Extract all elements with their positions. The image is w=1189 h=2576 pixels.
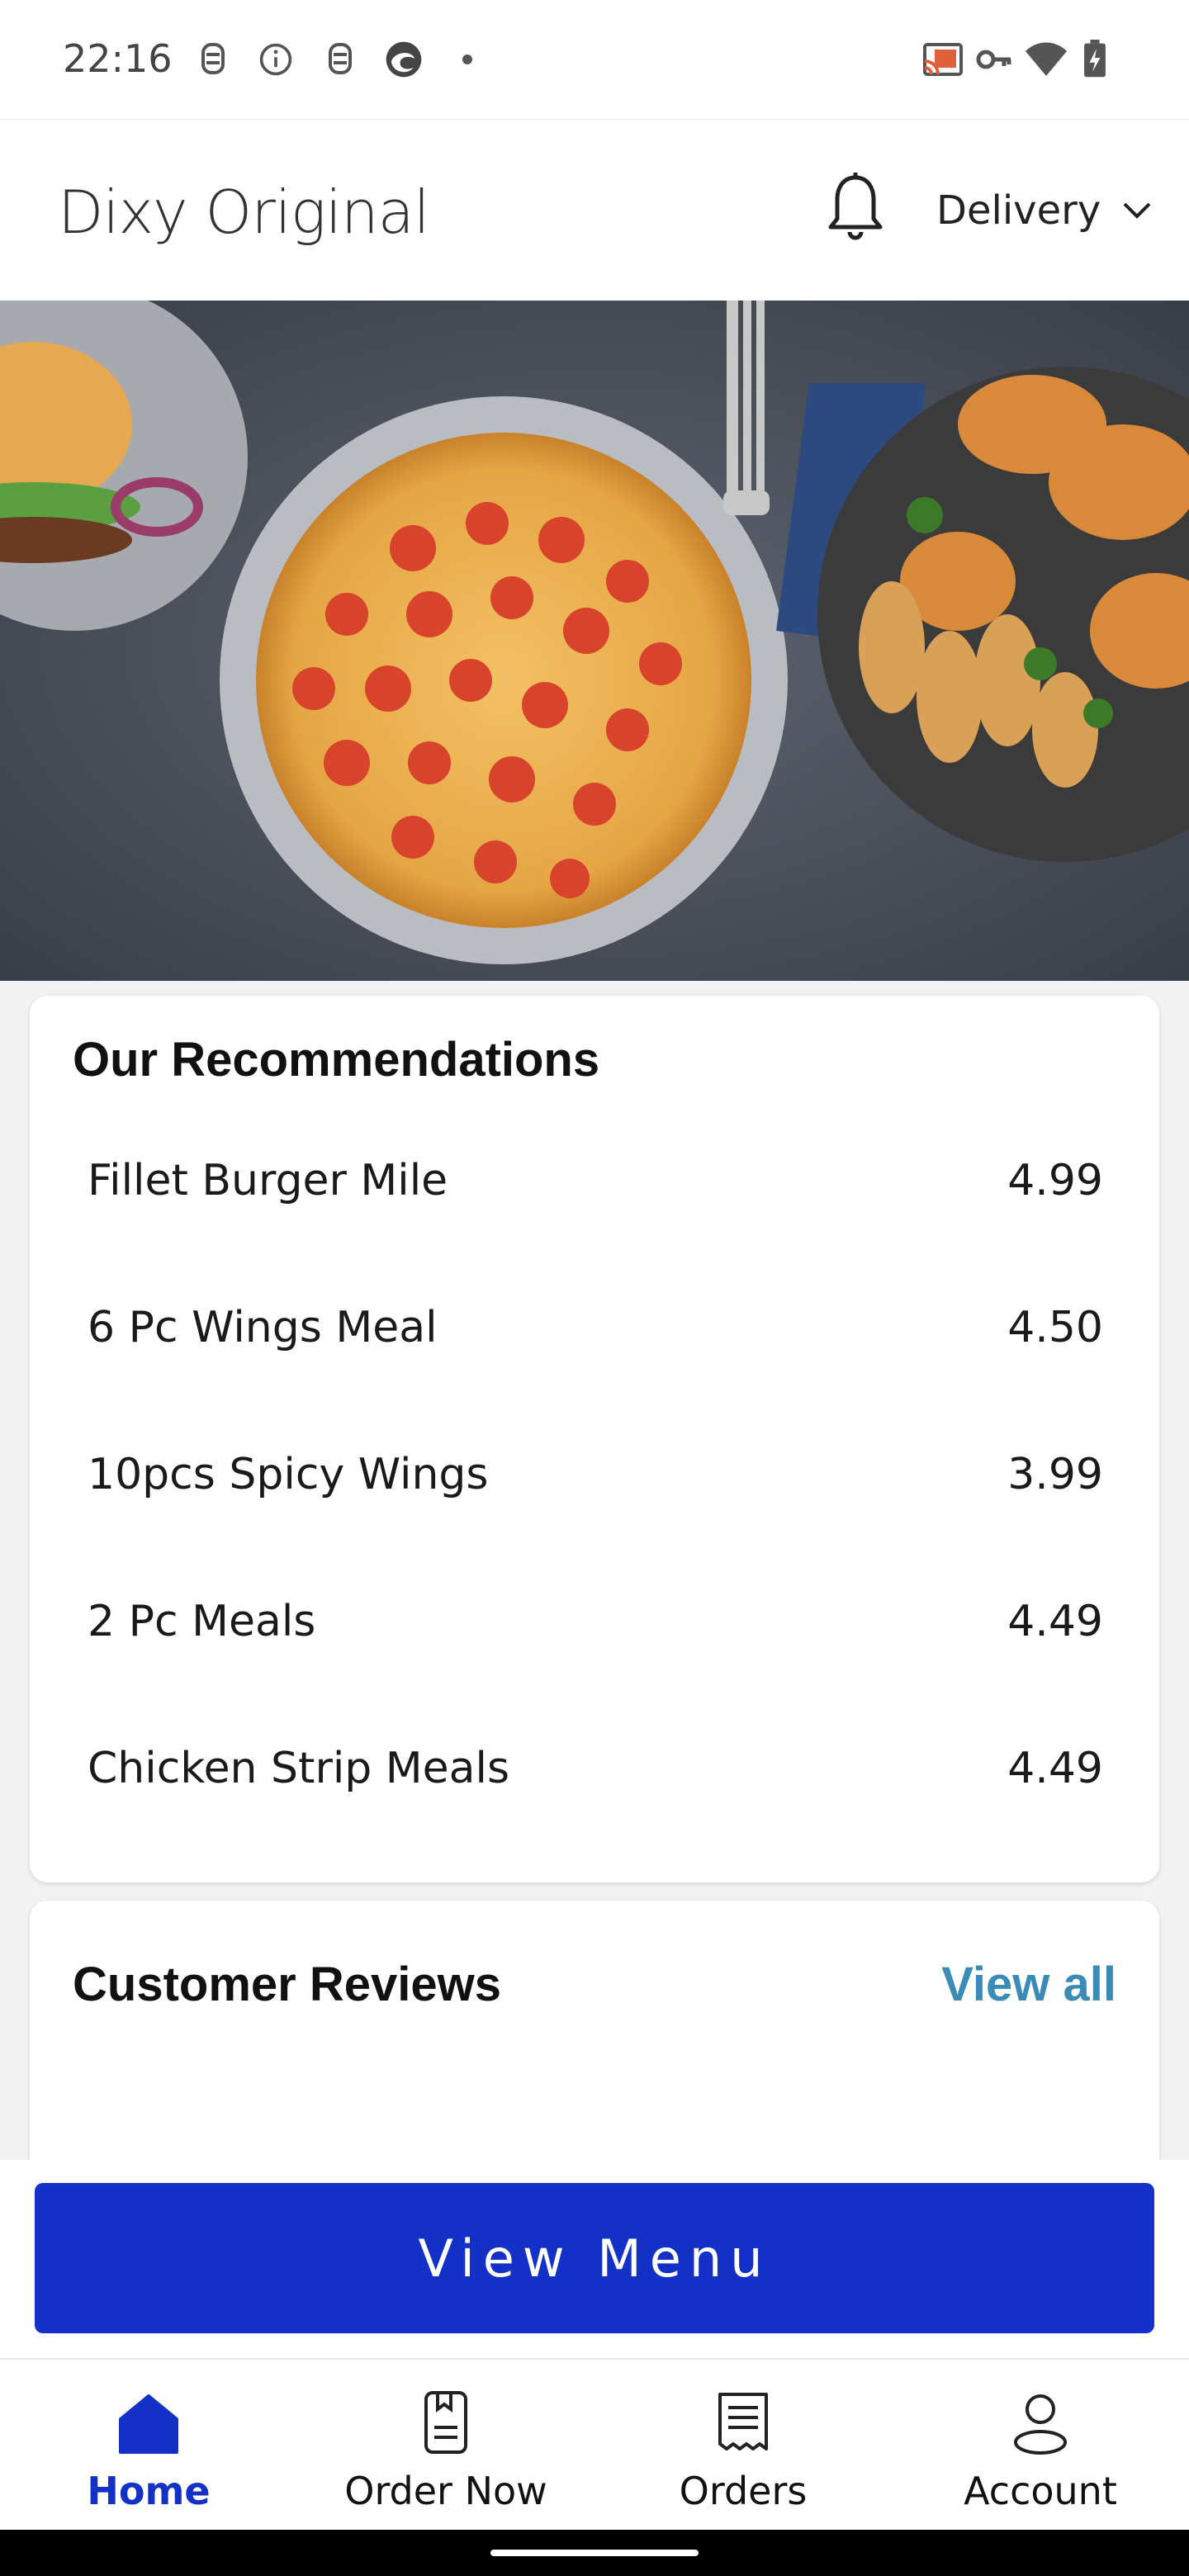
recommendations-title: Our Recommendations — [73, 1033, 600, 1087]
order-now-icon — [424, 2391, 467, 2454]
info-icon — [259, 43, 292, 76]
receipt-icon — [718, 2393, 768, 2451]
item-name: 6 Pc Wings Meal — [88, 1303, 438, 1352]
chevron-down-icon — [1123, 202, 1151, 219]
cast-icon — [923, 43, 963, 76]
delivery-label: Delivery — [936, 187, 1101, 234]
item-price: 4.49 — [1007, 1744, 1103, 1793]
vpn-key-icon — [976, 50, 1011, 69]
recommendations-card: Our Recommendations Fillet Burger Mile 4… — [30, 996, 1159, 1882]
list-item[interactable]: 2 Pc Meals 4.49 — [88, 1572, 1103, 1671]
item-name: 10pcs Spicy Wings — [88, 1450, 489, 1499]
item-price: 4.49 — [1007, 1597, 1103, 1646]
item-price: 4.99 — [1007, 1156, 1103, 1205]
view-menu-bar: View Menu — [0, 2160, 1189, 2358]
battery-charging-icon — [1084, 40, 1106, 78]
status-bar: 22:16 — [0, 0, 1189, 119]
nav-home[interactable]: Home — [0, 2360, 297, 2531]
item-name: 2 Pc Meals — [88, 1597, 316, 1646]
page-title: Dixy Original — [58, 178, 430, 247]
app-notification-icon — [201, 43, 225, 74]
reviews-title: Customer Reviews — [73, 1958, 501, 2011]
item-name: Chicken Strip Meals — [88, 1744, 510, 1793]
app-notification-icon — [329, 43, 352, 74]
dot-icon — [462, 54, 472, 64]
delivery-mode-selector[interactable]: Delivery — [936, 187, 1152, 234]
home-gesture-handle[interactable] — [490, 2550, 699, 2556]
list-item[interactable]: Chicken Strip Meals 4.49 — [88, 1719, 1103, 1818]
account-icon — [1014, 2394, 1067, 2455]
wifi-icon — [1026, 42, 1067, 76]
edge-browser-icon — [386, 41, 422, 78]
nav-label: Orders — [679, 2469, 808, 2513]
item-price: 3.99 — [1007, 1450, 1103, 1499]
list-item[interactable]: Fillet Burger Mile 4.99 — [88, 1131, 1103, 1230]
gesture-bar — [0, 2530, 1189, 2576]
view-all-link[interactable]: View all — [941, 1957, 1116, 2012]
view-menu-button[interactable]: View Menu — [35, 2183, 1154, 2333]
nav-label: Order Now — [344, 2469, 547, 2513]
nav-orders[interactable]: Orders — [594, 2360, 892, 2531]
customer-reviews-card: Customer Reviews View all — [30, 1901, 1159, 2173]
item-name: Fillet Burger Mile — [88, 1156, 448, 1205]
status-time: 22:16 — [63, 36, 173, 81]
bell-icon[interactable] — [822, 171, 888, 245]
home-icon — [119, 2394, 178, 2454]
nav-account[interactable]: Account — [892, 2360, 1189, 2531]
list-item[interactable]: 10pcs Spicy Wings 3.99 — [88, 1425, 1103, 1524]
hero-food-image — [0, 301, 1189, 981]
nav-label: Home — [87, 2469, 211, 2513]
item-price: 4.50 — [1007, 1303, 1103, 1352]
nav-label: Account — [964, 2469, 1117, 2513]
bottom-nav: Home Order Now Orders Account — [0, 2358, 1189, 2530]
list-item[interactable]: 6 Pc Wings Meal 4.50 — [88, 1278, 1103, 1377]
app-header: Dixy Original Delivery — [0, 119, 1189, 301]
nav-order-now[interactable]: Order Now — [297, 2360, 594, 2531]
